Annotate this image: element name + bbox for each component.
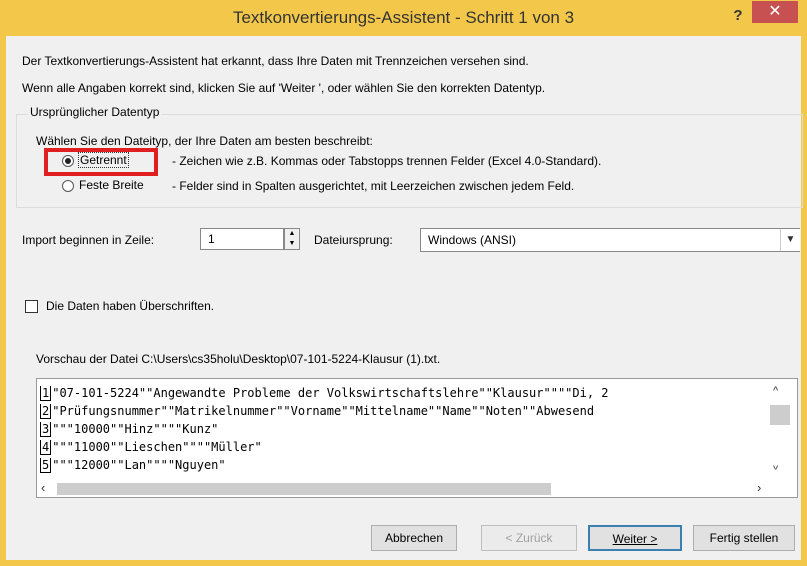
window-frame-right xyxy=(801,0,807,566)
import-start-row-spinner[interactable]: ▲ ▼ xyxy=(284,228,300,250)
preview-line: 4 """11000""Lieschen""""Müller" xyxy=(40,440,262,455)
preview-line-number: 2 xyxy=(40,404,52,419)
finish-button[interactable]: Fertig stellen xyxy=(693,525,795,551)
window-title: Textkonvertierungs-Assistent - Schritt 1… xyxy=(232,8,575,27)
preview-line: 1 "07-101-5224""Angewandte Probleme der V… xyxy=(40,386,609,401)
vertical-scroll-thumb[interactable] xyxy=(770,405,790,425)
close-button[interactable]: ✕ xyxy=(752,1,798,23)
spinner-down-icon[interactable]: ▼ xyxy=(285,239,299,249)
file-origin-value[interactable]: Windows (ANSI) xyxy=(428,233,516,247)
preview-line-number: 3 xyxy=(40,422,52,437)
preview-line-text: """10000""Hinz""""Kunz" xyxy=(52,422,219,436)
import-start-label: Import beginnen in Zeile: xyxy=(22,233,155,247)
preview-line-number: 1 xyxy=(40,386,52,401)
file-origin-label: Dateiursprung: xyxy=(314,233,393,247)
preview-line-number: 4 xyxy=(40,440,52,455)
window-frame-bottom xyxy=(0,560,807,566)
import-start-row-value[interactable]: 1 xyxy=(208,232,215,246)
highlight-annotation-box xyxy=(44,148,158,176)
datatype-group-legend: Ursprünglicher Datentyp xyxy=(28,105,162,119)
scroll-right-icon[interactable]: › xyxy=(757,480,761,495)
next-button[interactable]: Weiter > xyxy=(588,525,682,551)
cancel-button[interactable]: Abbrechen xyxy=(371,525,457,551)
preview-line-text: "Prüfungsnummer""Matrikelnummer""Vorname… xyxy=(52,404,595,418)
vertical-scrollbar[interactable]: ^ ^ xyxy=(768,383,794,479)
intro-line-2: Wenn alle Angaben korrekt sind, klicken … xyxy=(22,81,546,95)
radio-fixed-width-description: - Felder sind in Spalten ausgerichtet, m… xyxy=(172,179,575,193)
preview-line-text: """12000""Lan""""Nguyen" xyxy=(52,458,226,472)
preview-line-text: """11000""Lieschen""""Müller" xyxy=(52,440,262,454)
headers-checkbox[interactable] xyxy=(25,300,38,313)
help-button[interactable]: ? xyxy=(728,6,748,26)
headers-checkbox-label[interactable]: Die Daten haben Überschriften. xyxy=(46,299,214,313)
preview-line-text: "07-101-5224""Angewandte Probleme der Vo… xyxy=(52,386,609,400)
horizontal-scroll-thumb[interactable] xyxy=(57,483,551,495)
spinner-up-icon[interactable]: ▲ xyxy=(285,229,299,239)
chevron-down-icon[interactable]: ▼ xyxy=(780,229,800,251)
back-button[interactable]: < Zurück xyxy=(481,525,577,551)
scroll-down-icon[interactable]: ^ xyxy=(773,459,778,471)
scroll-up-icon[interactable]: ^ xyxy=(773,385,778,397)
radio-fixed-width-label[interactable]: Feste Breite xyxy=(79,178,144,192)
preview-line: 2 "Prüfungsnummer""Matrikelnummer""Vornam… xyxy=(40,404,594,419)
scroll-left-icon[interactable]: ‹ xyxy=(41,480,45,495)
next-button-label: Weiter > xyxy=(612,532,658,546)
preview-line: 3 """10000""Hinz""""Kunz" xyxy=(40,422,218,437)
radio-fixed-width[interactable] xyxy=(62,180,74,192)
preview-line: 5 """12000""Lan""""Nguyen" xyxy=(40,458,226,473)
datatype-prompt: Wählen Sie den Dateityp, der Ihre Daten … xyxy=(36,134,373,148)
horizontal-scrollbar[interactable]: ‹ › xyxy=(37,479,768,497)
radio-delimited-description: - Zeichen wie z.B. Kommas oder Tabstopps… xyxy=(172,154,602,168)
preview-label: Vorschau der Datei C:\Users\cs35holu\Des… xyxy=(36,352,441,366)
intro-line-1: Der Textkonvertierungs-Assistent hat erk… xyxy=(22,54,529,68)
preview-line-number: 5 xyxy=(40,458,52,473)
